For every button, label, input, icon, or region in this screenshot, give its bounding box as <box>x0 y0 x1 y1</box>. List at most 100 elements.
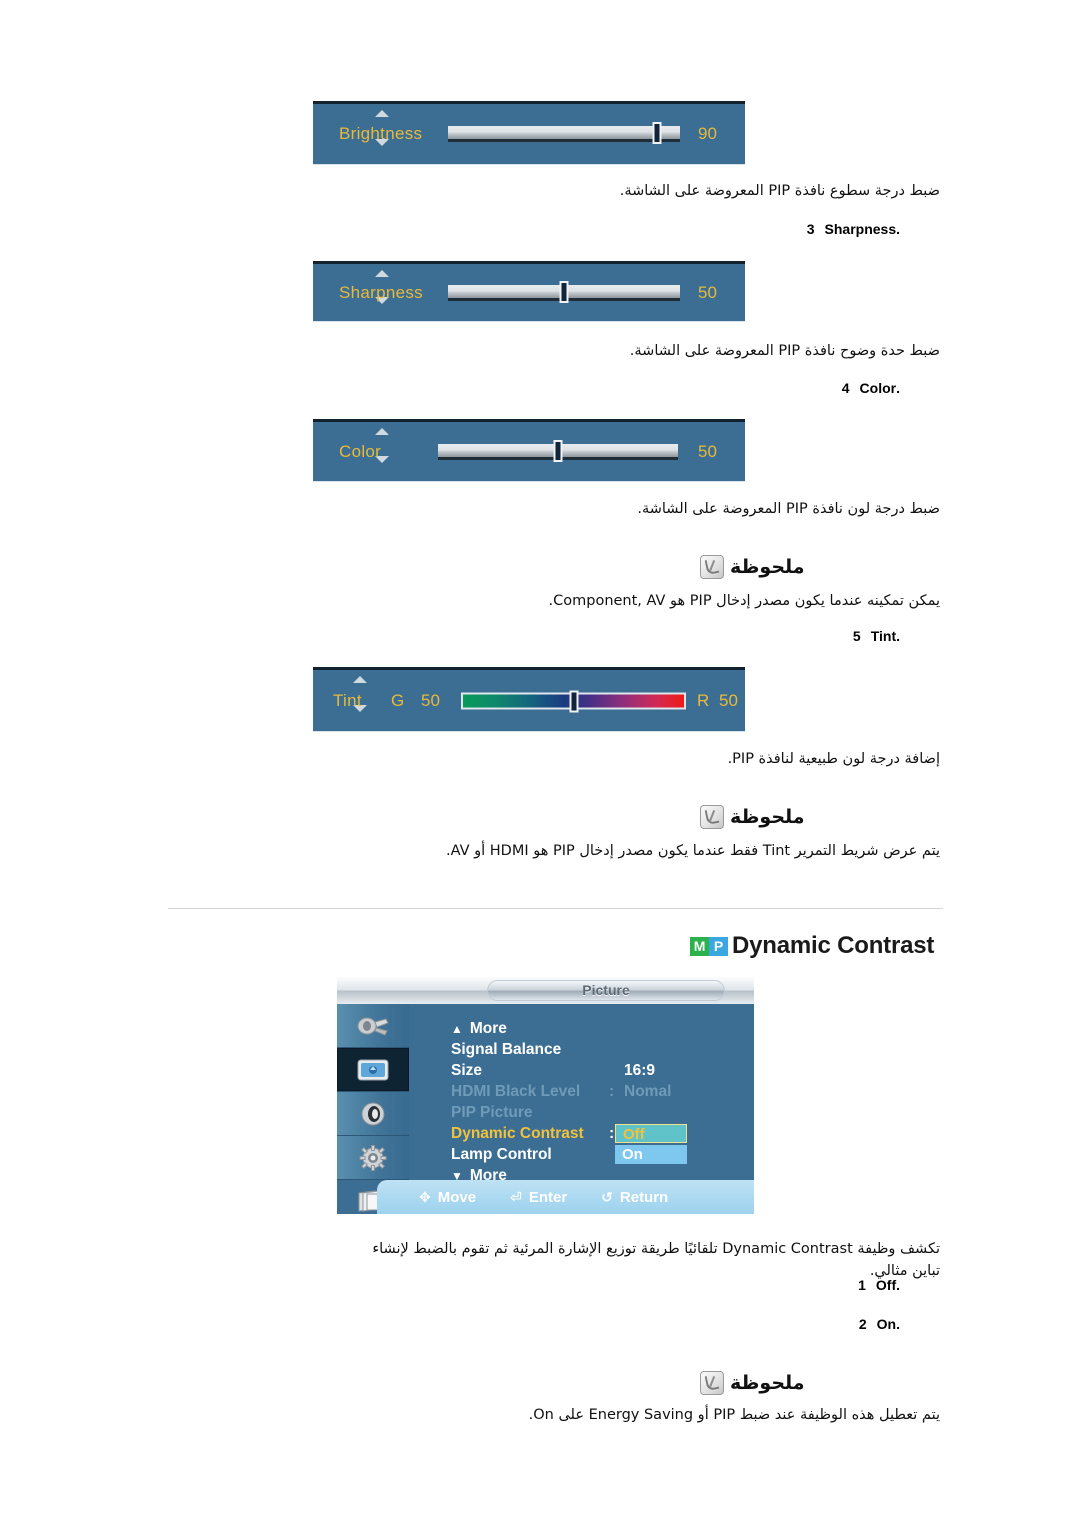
sidebar-item-setup[interactable] <box>337 1136 409 1180</box>
picture-icon <box>353 1055 393 1085</box>
osd-option-off[interactable]: Off <box>615 1124 687 1143</box>
enter-key-icon: ⏎ <box>510 1188 522 1205</box>
list-item-sharpness: .3Sharpness <box>640 221 900 237</box>
footer-enter[interactable]: ⏎ Enter <box>510 1189 567 1206</box>
list-item-name: Tint <box>870 628 897 644</box>
slider-thumb[interactable] <box>559 280 569 303</box>
footer-return[interactable]: ↺ Return <box>601 1189 668 1206</box>
slider-value: 50 <box>698 441 717 461</box>
color-description: ضبط درجة لون نافذة PIP المعروضة على الشا… <box>637 501 940 517</box>
section-title: Dynamic Contrast <box>732 932 935 959</box>
page-title: M P Dynamic Contrast <box>690 932 934 960</box>
sidebar-item-input[interactable] <box>337 1004 409 1048</box>
osd-value-hdmi-black-level: Nomal <box>624 1083 672 1100</box>
setup-gear-icon <box>353 1143 393 1173</box>
note-text-3: يتم تعطيل هذه الوظيفة عند ضبط PIP أو Ene… <box>528 1407 940 1423</box>
osd-option-on[interactable]: On <box>615 1145 687 1164</box>
osd-row-label: Dynamic Contrast <box>451 1125 584 1142</box>
note-heading-2: ملحوظة <box>700 805 940 829</box>
caret-up-icon: ▲ <box>451 1022 463 1036</box>
list-item-name: Sharpness <box>824 221 897 237</box>
slider-track[interactable] <box>448 122 680 144</box>
option-name: On <box>876 1316 897 1332</box>
osd-row-label: Lamp Control <box>451 1146 552 1163</box>
footer-move[interactable]: ✥ Move <box>419 1189 476 1206</box>
note-title: ملحوظة <box>730 556 805 578</box>
sidebar-item-picture[interactable] <box>337 1048 409 1092</box>
list-item-color: .4Color <box>640 380 900 396</box>
osd-value-size: 16:9 <box>624 1062 656 1079</box>
chevron-up-icon[interactable] <box>375 110 389 117</box>
osd-row-signal-balance[interactable]: Signal Balance <box>451 1039 561 1061</box>
return-arrow-icon: ↺ <box>601 1188 613 1205</box>
list-item-name: Color <box>859 380 897 396</box>
note-pen-icon <box>700 555 724 579</box>
osd-row-label: HDMI Black Level <box>451 1083 581 1100</box>
osd-row-dynamic-contrast[interactable]: Dynamic Contrast <box>451 1123 584 1145</box>
footer-enter-label: Enter <box>528 1188 568 1206</box>
slider-thumb[interactable] <box>652 122 662 144</box>
osd-row-more-up[interactable]: ▲ More <box>451 1018 507 1040</box>
brightness-description: ضبط درجة سطوع نافذة PIP المعروضة على الش… <box>619 183 940 199</box>
note-text-2: يتم عرض شريط التمرير Tint فقط عندما يكون… <box>445 843 940 859</box>
osd-colon-hdmi: : <box>609 1083 615 1100</box>
slider-thumb[interactable] <box>569 690 578 712</box>
slider-track[interactable] <box>438 439 678 462</box>
osd-menu-title: Picture <box>487 980 725 1001</box>
slider-value: 90 <box>698 124 717 143</box>
note-pen-icon <box>700 805 724 829</box>
footer-move-label: Move <box>437 1188 477 1206</box>
note-heading-3: ملحوظة <box>700 1371 940 1395</box>
chevron-up-icon[interactable] <box>375 428 389 435</box>
tint-description: إضافة درجة لون طبيعية لنافذة PIP. <box>727 751 940 767</box>
osd-footer: ✥ Move ⏎ Enter ↺ Return <box>377 1180 754 1214</box>
osd-content: ▲ More Signal Balance Size 16:9 HDMI Blac… <box>409 1004 754 1184</box>
osd-slider-brightness[interactable]: Brightness 90 <box>313 101 745 164</box>
note-heading-1: ملحوظة <box>700 555 940 579</box>
osd-row-label: More <box>469 1020 507 1037</box>
note-title: ملحوظة <box>730 806 805 828</box>
tint-red-value: 50 <box>719 690 738 710</box>
dynamic-contrast-option-on: .2On <box>640 1316 900 1332</box>
slider-label: Sharpness <box>339 282 423 302</box>
osd-row-lamp-control[interactable]: Lamp Control <box>451 1144 552 1166</box>
tint-green-value: 50 <box>421 690 440 710</box>
tint-gradient-track[interactable] <box>461 690 686 712</box>
sidebar-item-sound[interactable] <box>337 1092 409 1136</box>
osd-slider-tint[interactable]: Tint G 50 R 50 <box>313 667 745 731</box>
sharpness-description: ضبط حدة وضوح نافذة PIP المعروضة على الشا… <box>629 343 940 359</box>
section-divider <box>168 908 943 909</box>
slider-label: Tint <box>333 690 362 710</box>
chevron-up-icon[interactable] <box>375 270 389 277</box>
tint-green-letter: G <box>391 690 405 710</box>
note-title: ملحوظة <box>730 1372 805 1394</box>
osd-row-label: PIP Picture <box>451 1104 533 1121</box>
osd-colon-dynamic-contrast: : <box>609 1125 615 1142</box>
osd-sidebar <box>337 1004 410 1213</box>
sound-speaker-icon <box>353 1099 393 1129</box>
list-item-tint: .5Tint <box>640 628 900 644</box>
slider-value: 50 <box>698 282 717 302</box>
osd-row-size[interactable]: Size <box>451 1060 482 1082</box>
option-name: Off <box>875 1277 897 1293</box>
tint-red-letter: R <box>697 690 710 710</box>
chevron-up-icon[interactable] <box>353 676 367 683</box>
osd-slider-color[interactable]: Color 50 <box>313 419 745 481</box>
slider-track[interactable] <box>448 280 680 303</box>
osd-menu-panel[interactable]: Picture ▲ More Signal Balance Size 16:9 … <box>337 977 754 1214</box>
move-dpad-icon: ✥ <box>419 1188 431 1205</box>
badge-m-icon: M <box>690 936 709 956</box>
note-text-1: يمكن تمكينه عندما يكون مصدر إدخال PIP هو… <box>548 593 940 609</box>
badge-p-icon: P <box>709 936 728 956</box>
note-pen-icon <box>700 1371 724 1395</box>
osd-row-pip-picture: PIP Picture <box>451 1102 533 1124</box>
slider-label: Color <box>339 441 382 461</box>
osd-row-hdmi-black-level: HDMI Black Level <box>451 1081 580 1103</box>
osd-titlebar: Picture <box>337 977 754 1004</box>
osd-slider-sharpness[interactable]: Sharpness 50 <box>313 261 745 321</box>
input-source-icon <box>353 1011 393 1041</box>
slider-thumb[interactable] <box>553 439 563 462</box>
dynamic-contrast-option-off: .1Off <box>640 1277 900 1293</box>
osd-row-label: Size <box>451 1062 483 1079</box>
slider-label: Brightness <box>339 124 423 143</box>
